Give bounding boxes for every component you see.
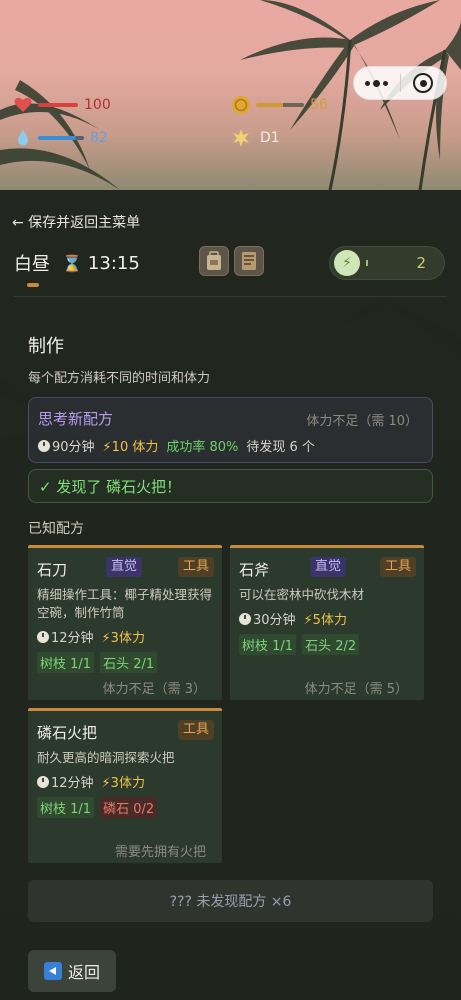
- badge-tool: 工具: [177, 557, 214, 577]
- water-stat: 82: [12, 127, 108, 149]
- energy-counter: ⚡ 2: [329, 246, 445, 280]
- hourglass-icon: ⌛: [62, 253, 82, 273]
- think-pending: 待发现 6 个: [246, 440, 315, 455]
- sun-icon: [230, 127, 252, 149]
- clock-icon: [38, 440, 50, 452]
- known-recipes-title: 已知配方: [28, 521, 84, 537]
- backpack-button[interactable]: [199, 246, 229, 276]
- clock-icon: [37, 776, 49, 788]
- health-stat: 100: [12, 94, 111, 116]
- recipe-name: 磷石火把: [37, 724, 98, 742]
- recipe-stamina: ⚡5体力: [303, 613, 347, 628]
- clock-time: 13:15: [87, 252, 140, 274]
- health-value: 100: [84, 97, 111, 113]
- think-title: 思考新配方: [38, 410, 114, 428]
- badge-intuition: 直觉: [310, 557, 347, 577]
- water-value: 82: [90, 130, 108, 146]
- backpack-icon: [207, 251, 221, 270]
- recipe-cost: 30分钟 ⚡5体力: [239, 609, 347, 628]
- think-stamina: ⚡10 体力: [102, 440, 159, 455]
- recipe-time: 30分钟: [239, 609, 296, 628]
- recipe-stamina: ⚡3体力: [101, 631, 145, 646]
- badge-tool: 工具: [379, 557, 416, 577]
- crafting-title: 制作: [28, 336, 64, 357]
- more-menu-icon[interactable]: [354, 79, 400, 87]
- recipe-footer: 体力不足（需 5）: [304, 682, 408, 697]
- think-meta: 90分钟 ⚡10 体力 成功率 80% 待发现 6 个: [38, 436, 315, 455]
- gold-value: 56: [310, 97, 328, 113]
- material-stone: 石头 2/1: [100, 652, 158, 673]
- gold-stat: 56: [230, 94, 328, 116]
- recipe-card-phosphor-torch[interactable]: 磷石火把 工具 耐久更高的暗洞探索火把 12分钟 ⚡3体力 树枝 1/1 磷石 …: [28, 708, 222, 863]
- material-phosphor: 磷石 0/2: [100, 797, 158, 818]
- back-arrow-icon: [43, 962, 62, 980]
- recipe-time: 12分钟: [37, 772, 94, 791]
- recipe-time: 12分钟: [37, 627, 94, 646]
- recipe-materials: 树枝 1/1 石头 2/2: [239, 634, 360, 655]
- recipe-materials: 树枝 1/1 磷石 0/2: [37, 797, 158, 818]
- mini-program-capsule: [353, 66, 447, 100]
- recipe-card-stone-axe[interactable]: 石斧 直觉 工具 可以在密林中砍伐木材 30分钟 ⚡5体力 树枝 1/1 石头 …: [230, 545, 424, 700]
- time-display: 白昼 ⌛ 13:15: [14, 250, 140, 276]
- lightning-icon: ⚡: [334, 250, 360, 276]
- water-bar: [38, 136, 84, 140]
- think-requirement: 体力不足（需 10）: [306, 414, 418, 429]
- discovery-message: ✓ 发现了 磷石火把！: [28, 469, 433, 503]
- clock-icon: [239, 613, 251, 625]
- day-value: D1: [260, 130, 280, 146]
- header-divider: [14, 296, 447, 297]
- recipe-description: 可以在密林中砍伐木材: [239, 587, 365, 602]
- think-time: 90分钟: [38, 436, 95, 455]
- badge-tool: 工具: [177, 720, 214, 740]
- recipe-description: 精细操作工具：椰子精处理获得空碗，制作竹筒: [37, 587, 213, 620]
- journal-icon: [242, 252, 256, 270]
- recipe-cost: 12分钟 ⚡3体力: [37, 772, 145, 791]
- time-indicator: [27, 283, 39, 287]
- heart-icon: [12, 94, 34, 116]
- energy-bar: [366, 260, 368, 266]
- health-bar: [38, 103, 78, 107]
- recipe-cost: 12分钟 ⚡3体力: [37, 627, 145, 646]
- energy-value: 2: [416, 254, 426, 272]
- day-period: 白昼: [14, 254, 50, 275]
- material-branch: 树枝 1/1: [37, 652, 95, 673]
- unknown-recipes: ??? 未发现配方 ×6: [28, 880, 433, 922]
- gold-bar: [256, 103, 304, 107]
- recipe-footer: 需要先拥有火把: [114, 845, 206, 860]
- recipe-stamina: ⚡3体力: [101, 776, 145, 791]
- recipe-name: 石斧: [239, 561, 270, 579]
- think-new-recipe-card[interactable]: 思考新配方 体力不足（需 10） 90分钟 ⚡10 体力 成功率 80% 待发现…: [28, 397, 433, 463]
- recipe-card-stone-knife[interactable]: 石刀 直觉 工具 精细操作工具：椰子精处理获得空碗，制作竹筒 12分钟 ⚡3体力…: [28, 545, 222, 700]
- water-drop-icon: [12, 127, 34, 149]
- close-target-icon[interactable]: [400, 73, 446, 93]
- journal-button[interactable]: [234, 246, 264, 276]
- material-branch: 树枝 1/1: [37, 797, 95, 818]
- recipe-materials: 树枝 1/1 石头 2/1: [37, 652, 158, 673]
- think-success-rate: 成功率 80%: [166, 440, 239, 455]
- save-and-return-link[interactable]: ← 保存并返回主菜单: [12, 212, 140, 232]
- back-button-label: 返回: [67, 963, 100, 982]
- recipe-footer: 体力不足（需 3）: [102, 682, 206, 697]
- recipe-description: 耐久更高的暗洞探索火把: [37, 750, 175, 765]
- material-stone: 石头 2/2: [302, 634, 360, 655]
- day-stat: D1: [230, 127, 280, 149]
- material-branch: 树枝 1/1: [239, 634, 297, 655]
- crafting-subtitle: 每个配方消耗不同的时间和体力: [28, 371, 211, 386]
- clock-icon: [37, 631, 49, 643]
- back-button[interactable]: 返回: [28, 950, 116, 992]
- recipe-name: 石刀: [37, 561, 68, 579]
- badge-intuition: 直觉: [106, 557, 143, 577]
- coin-icon: [230, 94, 252, 116]
